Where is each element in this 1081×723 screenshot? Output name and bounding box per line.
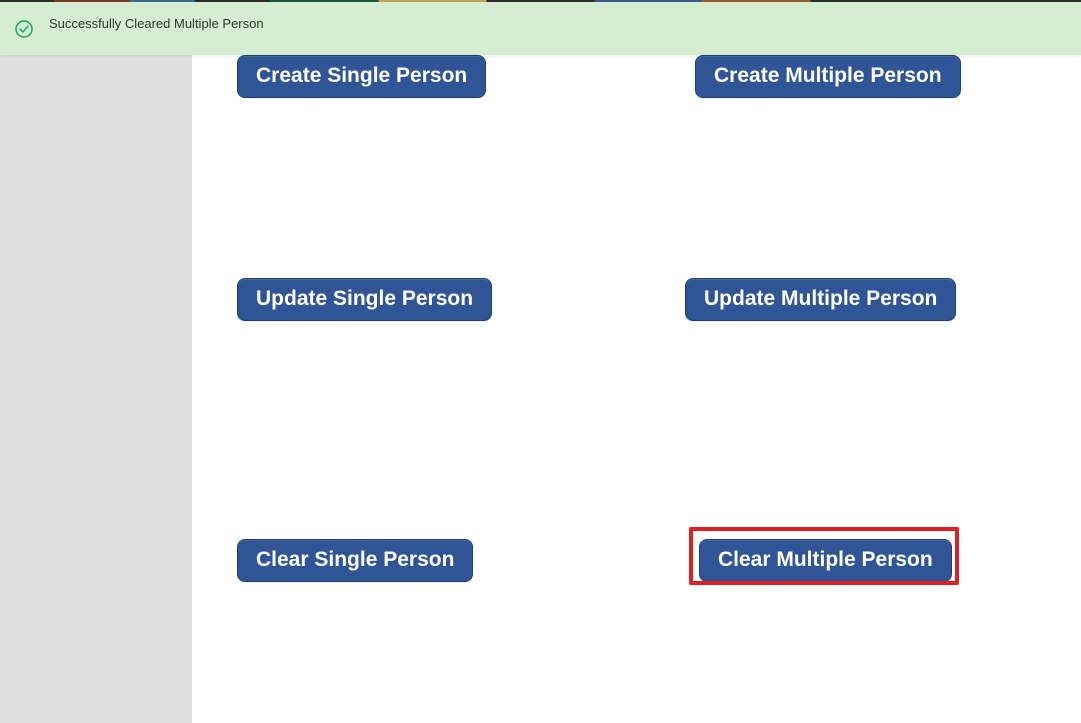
update-multiple-person-button[interactable]: Update Multiple Person	[685, 278, 956, 321]
window-accent-border	[0, 0, 1081, 2]
main-content: Create Single Person Create Multiple Per…	[192, 0, 1081, 723]
clear-single-person-button[interactable]: Clear Single Person	[237, 539, 473, 582]
create-single-person-button[interactable]: Create Single Person	[237, 55, 486, 98]
update-single-person-button[interactable]: Update Single Person	[237, 278, 492, 321]
clear-multiple-person-button[interactable]: Clear Multiple Person	[699, 539, 952, 582]
success-toast: Successfully Cleared Multiple Person	[0, 2, 1081, 55]
sidebar-placeholder	[0, 0, 192, 723]
toast-message: Successfully Cleared Multiple Person	[49, 16, 264, 31]
check-circle-icon	[15, 20, 33, 38]
create-multiple-person-button[interactable]: Create Multiple Person	[695, 55, 961, 98]
